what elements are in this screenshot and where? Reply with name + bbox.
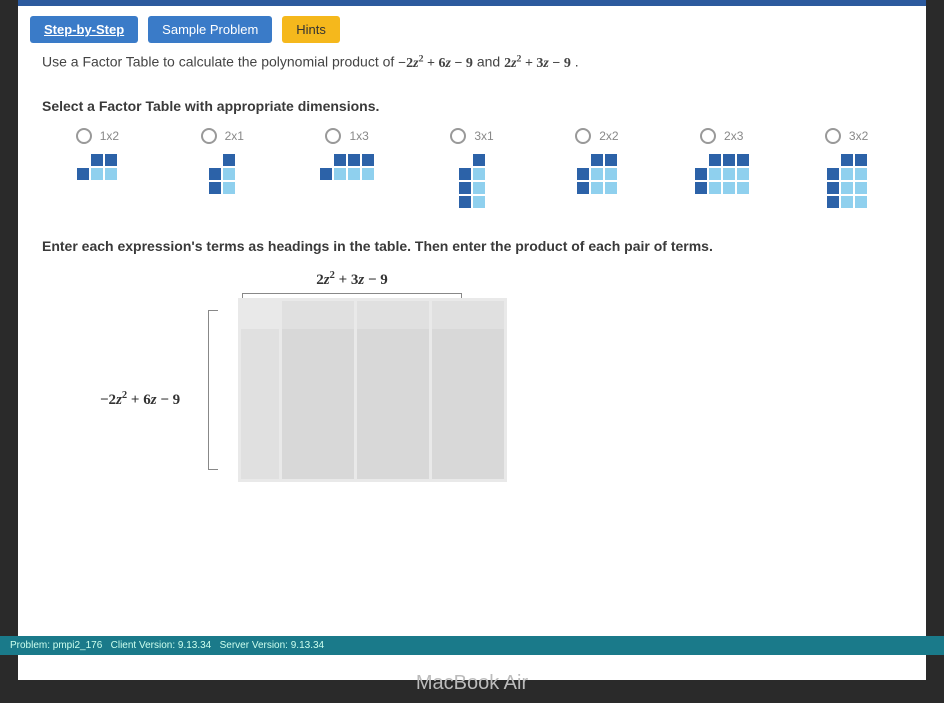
product-cell-input[interactable] — [432, 429, 504, 479]
product-cell-input[interactable] — [357, 429, 429, 479]
factor-table-preview-icon — [577, 154, 617, 194]
option-label: 3x1 — [474, 129, 493, 143]
option-label: 3x2 — [849, 129, 868, 143]
footer-client: Client Version: 9.13.34 — [111, 640, 212, 651]
option-label: 2x3 — [724, 129, 743, 143]
col-header-input[interactable] — [282, 301, 354, 329]
factor-table-preview-icon — [827, 154, 867, 208]
tab-bar: Step-by-Step Sample Problem Hints — [18, 6, 926, 49]
app-window: Step-by-Step Sample Problem Hints Use a … — [18, 0, 926, 680]
radio-icon[interactable] — [575, 128, 591, 144]
select-heading: Select a Factor Table with appropriate d… — [42, 98, 902, 114]
tab-hints[interactable]: Hints — [282, 16, 340, 43]
content-area: Use a Factor Table to calculate the poly… — [18, 49, 926, 562]
radio-icon[interactable] — [450, 128, 466, 144]
radio-icon[interactable] — [325, 128, 341, 144]
status-footer: Problem: pmpi2_176 Client Version: 9.13.… — [0, 636, 944, 655]
factor-table-preview-icon — [459, 154, 485, 208]
top-expression: 2z2 + 3z − 9 — [242, 270, 462, 289]
prompt-text-1: Use a Factor Table to calculate the poly… — [42, 54, 398, 70]
option-label: 1x3 — [349, 129, 368, 143]
product-cell-input[interactable] — [282, 429, 354, 479]
option-label: 1x2 — [100, 129, 119, 143]
option-1x2[interactable]: 1x2 — [42, 128, 153, 208]
row-header-input[interactable] — [241, 379, 279, 429]
option-3x2[interactable]: 3x2 — [791, 128, 902, 208]
product-cell-input[interactable] — [432, 329, 504, 379]
footer-problem: Problem: pmpi2_176 — [10, 640, 102, 651]
factor-table-grid — [238, 298, 507, 482]
product-cell-input[interactable] — [282, 379, 354, 429]
factor-table-preview-icon — [695, 154, 749, 194]
option-2x2[interactable]: 2x2 — [541, 128, 652, 208]
factor-table-area: 2z2 + 3z − 9 −2z2 + 6z − 9 — [42, 270, 502, 550]
option-2x3[interactable]: 2x3 — [666, 128, 777, 208]
option-label: 2x1 — [225, 129, 244, 143]
prompt-text-3: . — [575, 54, 579, 70]
option-label: 2x2 — [599, 129, 618, 143]
option-3x1[interactable]: 3x1 — [417, 128, 528, 208]
radio-icon[interactable] — [76, 128, 92, 144]
col-header-input[interactable] — [432, 301, 504, 329]
option-1x3[interactable]: 1x3 — [292, 128, 403, 208]
dimension-options: 1x2 2x1 — [42, 128, 902, 208]
factor-table-preview-icon — [77, 154, 117, 180]
left-expression-bracket: −2z2 + 6z − 9 — [100, 360, 220, 379]
tab-step-by-step[interactable]: Step-by-Step — [30, 16, 138, 43]
enter-heading: Enter each expression's terms as heading… — [42, 238, 902, 254]
radio-icon[interactable] — [825, 128, 841, 144]
option-2x1[interactable]: 2x1 — [167, 128, 278, 208]
grid-corner — [241, 301, 279, 329]
factor-table-preview-icon — [209, 154, 235, 194]
product-cell-input[interactable] — [432, 379, 504, 429]
device-label: MacBook Air — [0, 672, 944, 695]
col-header-input[interactable] — [357, 301, 429, 329]
radio-icon[interactable] — [700, 128, 716, 144]
product-cell-input[interactable] — [282, 329, 354, 379]
problem-prompt: Use a Factor Table to calculate the poly… — [42, 53, 902, 72]
row-header-input[interactable] — [241, 329, 279, 379]
product-cell-input[interactable] — [357, 329, 429, 379]
left-expression: −2z2 + 6z − 9 — [100, 390, 220, 409]
radio-icon[interactable] — [201, 128, 217, 144]
footer-server: Server Version: 9.13.34 — [220, 640, 325, 651]
polynomial-2: 2z2 + 3z − 9 — [504, 56, 571, 71]
row-header-input[interactable] — [241, 429, 279, 479]
product-cell-input[interactable] — [357, 379, 429, 429]
factor-table-preview-icon — [320, 154, 374, 180]
prompt-text-2: and — [477, 54, 504, 70]
tab-sample-problem[interactable]: Sample Problem — [148, 16, 272, 43]
polynomial-1: −2z2 + 6z − 9 — [398, 56, 473, 71]
